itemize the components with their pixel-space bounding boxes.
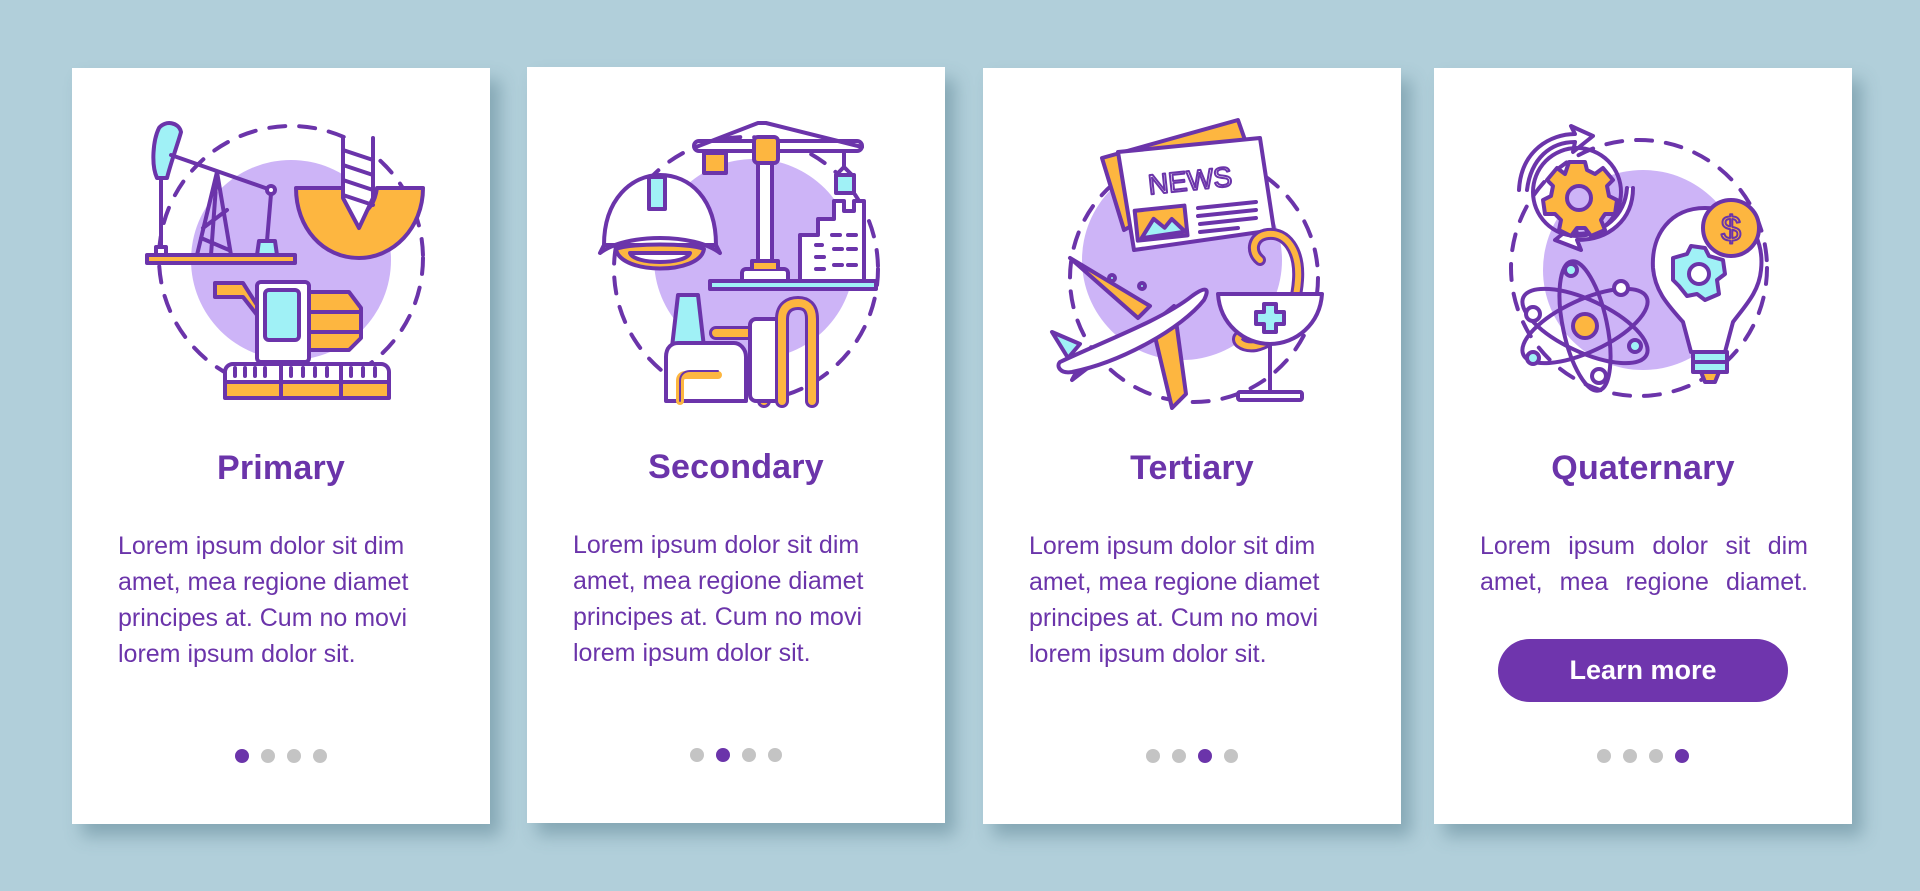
onboarding-card-quaternary: $ Quaternary Lorem ipsum dolor sit dim a… <box>1434 68 1852 824</box>
onboarding-card-secondary: Secondary Lorem ipsum dolor sit dim amet… <box>527 67 945 823</box>
page-dot-4[interactable] <box>1224 749 1238 763</box>
page-dot-3[interactable] <box>1649 749 1663 763</box>
page-dot-1[interactable] <box>235 749 249 763</box>
tertiary-sector-icon: NEWS <box>1042 110 1342 410</box>
page-indicator <box>983 749 1401 763</box>
page-indicator <box>72 749 490 763</box>
page-dot-3[interactable] <box>742 748 756 762</box>
page-dot-4[interactable] <box>768 748 782 762</box>
page-indicator <box>527 748 945 762</box>
onboarding-card-primary: Primary Lorem ipsum dolor sit dim amet, … <box>72 68 490 824</box>
page-dot-1[interactable] <box>1597 749 1611 763</box>
primary-sector-icon <box>131 110 431 410</box>
page-dot-3[interactable] <box>1198 749 1212 763</box>
onboarding-card-tertiary: NEWS Tertiary Lorem ipsum dolor sit dim … <box>983 68 1401 824</box>
card-description: Lorem ipsum dolor sit dim amet, mea regi… <box>118 532 409 668</box>
card-title: Primary <box>216 449 346 487</box>
card-description: Lorem ipsum dolor sit dim amet, mea regi… <box>1480 532 1808 596</box>
card-description: Lorem ipsum dolor sit dim amet, mea regi… <box>573 531 864 667</box>
dollar-icon: $ <box>1721 208 1741 249</box>
page-dot-2[interactable] <box>261 749 275 763</box>
learn-more-button[interactable]: Learn more <box>1498 639 1788 702</box>
page-dot-2[interactable] <box>1623 749 1637 763</box>
page-dot-1[interactable] <box>1146 749 1160 763</box>
page-dot-4[interactable] <box>1675 749 1689 763</box>
page-dot-2[interactable] <box>1172 749 1186 763</box>
card-title: Quaternary <box>1551 449 1735 487</box>
page-dot-1[interactable] <box>690 748 704 762</box>
page-dot-2[interactable] <box>716 748 730 762</box>
page-dot-4[interactable] <box>313 749 327 763</box>
card-title: Secondary <box>648 448 824 486</box>
page-indicator <box>1434 749 1852 763</box>
page-dot-3[interactable] <box>287 749 301 763</box>
card-title: Tertiary <box>1130 449 1254 487</box>
secondary-sector-icon <box>586 109 886 409</box>
card-description: Lorem ipsum dolor sit dim amet, mea regi… <box>1029 532 1320 668</box>
quaternary-sector-icon: $ <box>1493 110 1793 410</box>
